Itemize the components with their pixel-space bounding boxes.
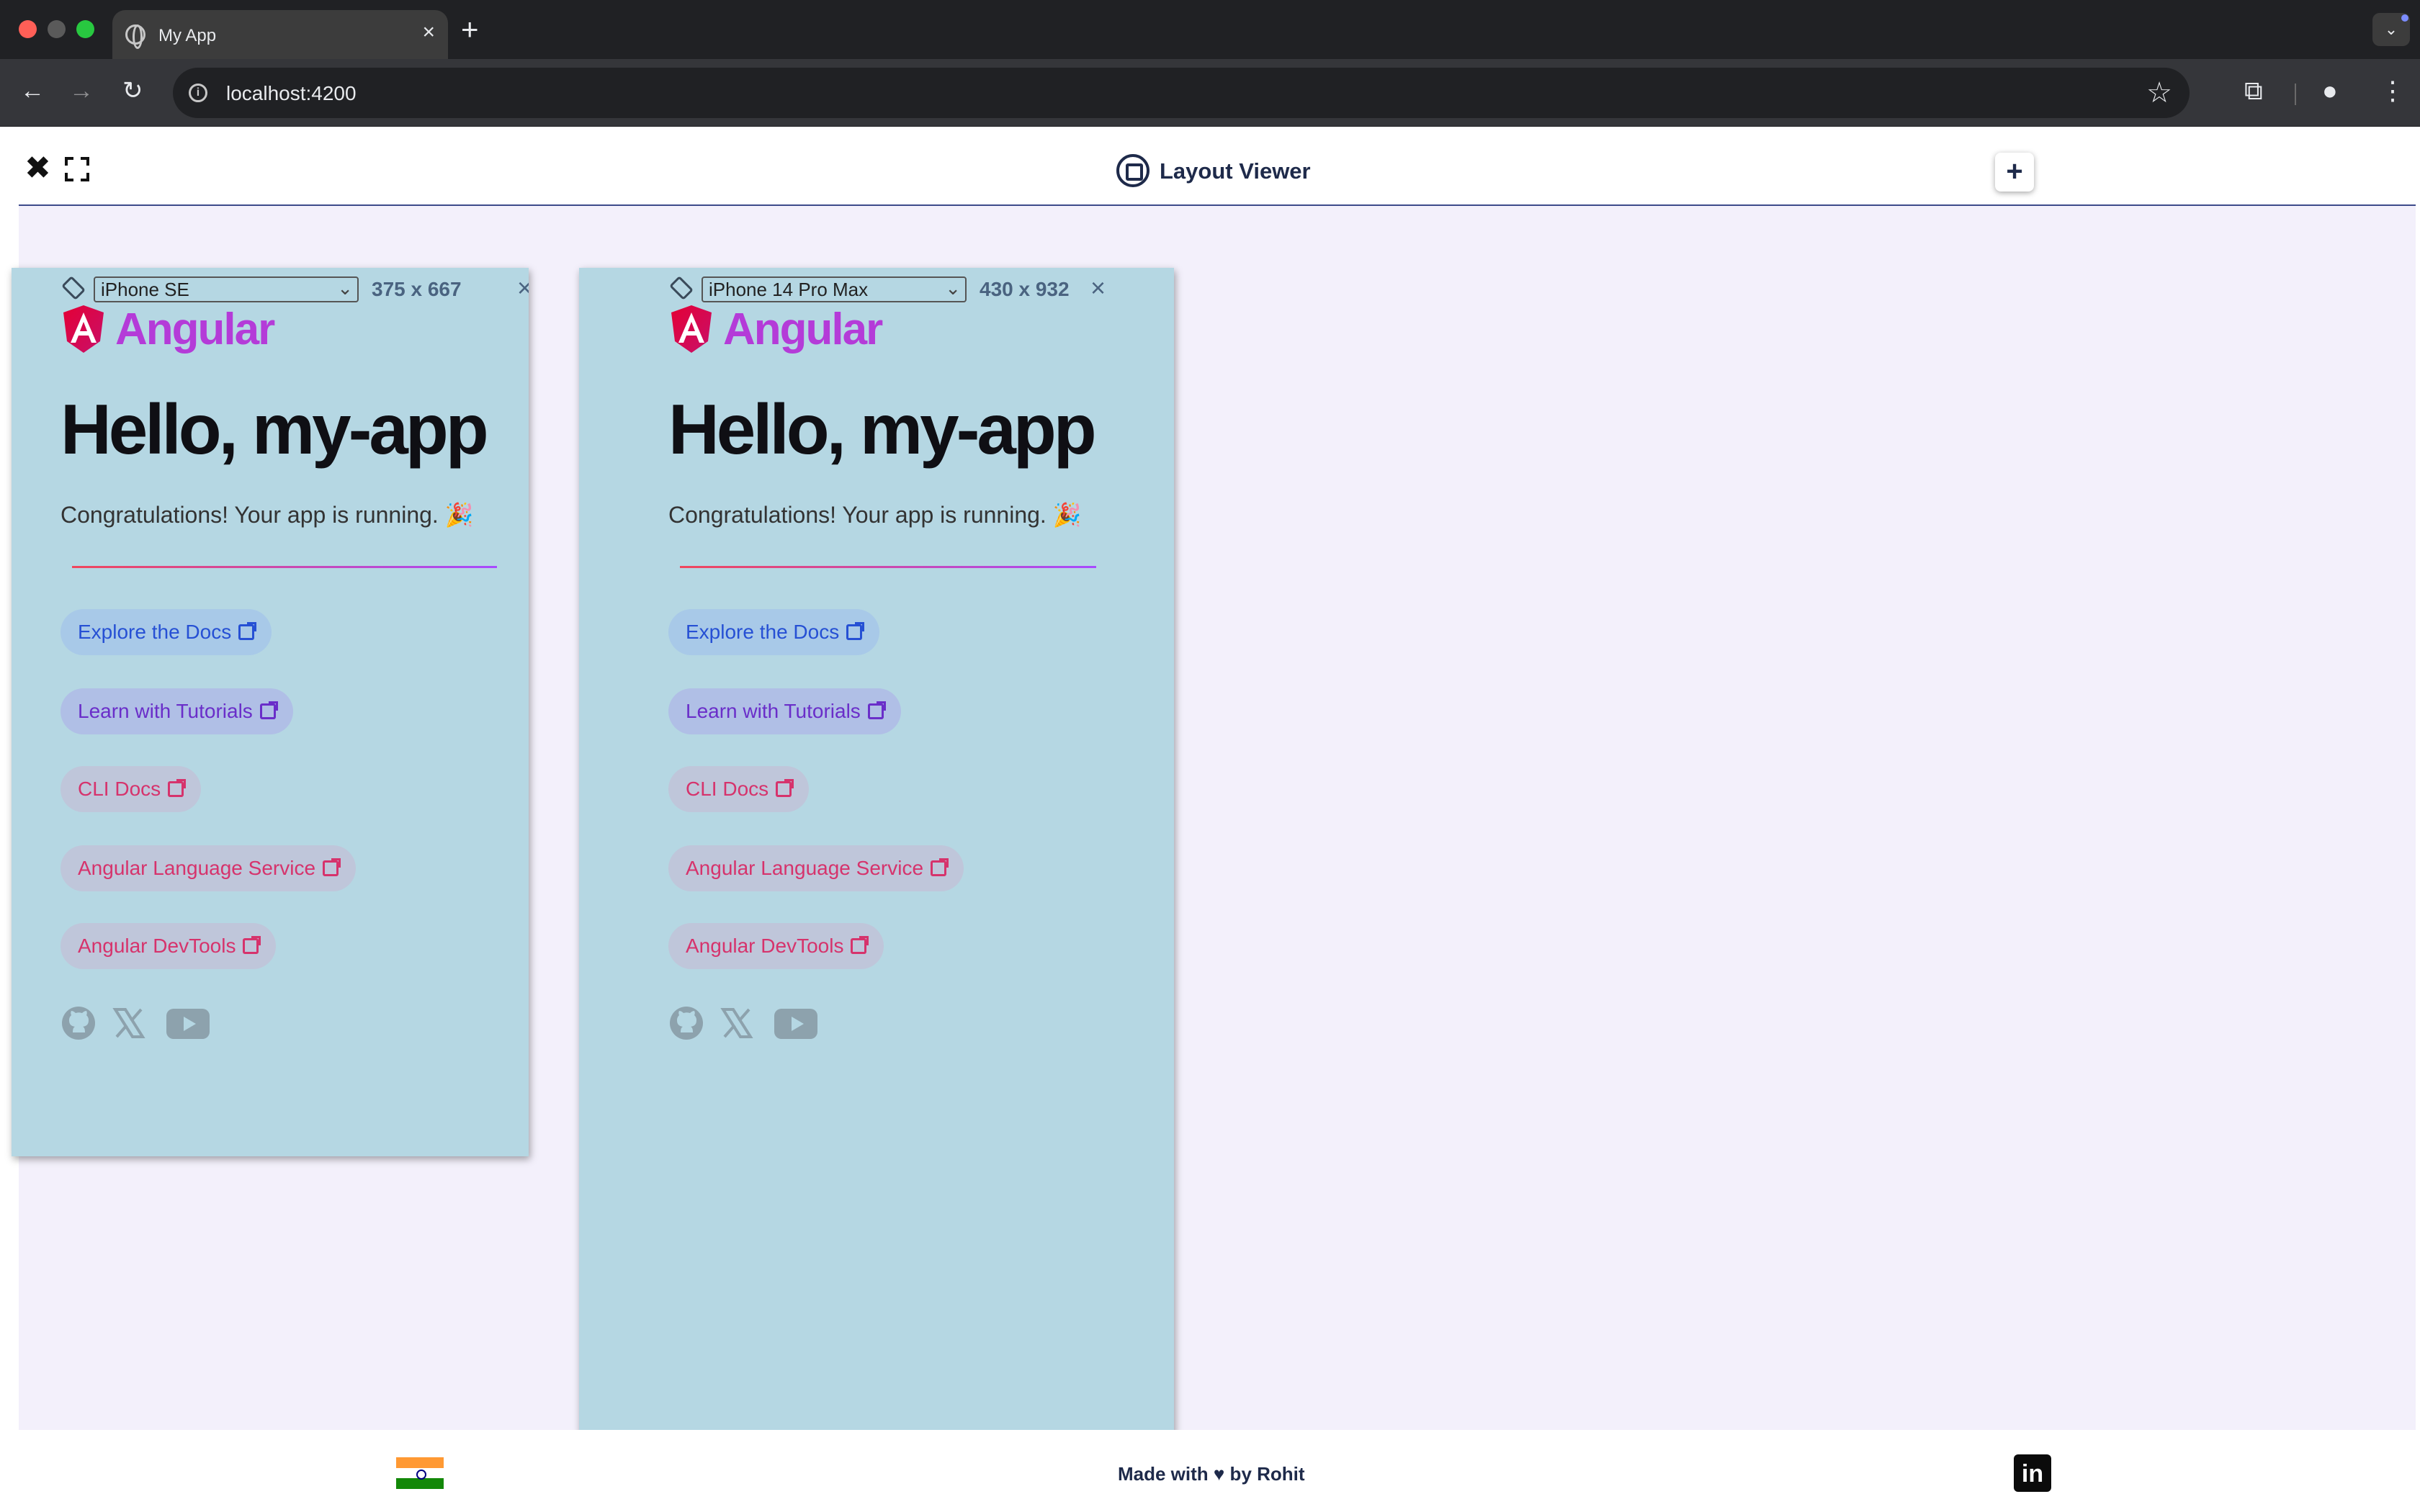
external-link-icon <box>851 936 869 954</box>
add-device-button[interactable]: + <box>1995 153 2034 192</box>
app-subtitle: Congratulations! Your app is running. 🎉 <box>668 502 1082 528</box>
globe-icon <box>125 24 145 49</box>
rotate-device-icon[interactable] <box>60 275 86 301</box>
link-devtools[interactable]: Angular DevTools <box>60 923 277 969</box>
notification-dot <box>2401 14 2408 22</box>
external-link-icon <box>776 779 794 797</box>
link-cli-docs[interactable]: CLI Docs <box>668 766 810 812</box>
app-heading: Hello, my-app <box>60 390 489 469</box>
reload-icon[interactable]: ↻ <box>122 76 143 105</box>
layout-viewer-logo-icon <box>1116 154 1150 187</box>
forward-arrow-icon[interactable]: → <box>69 76 94 105</box>
profile-avatar-icon[interactable]: ● <box>2322 75 2338 107</box>
external-link-icon <box>238 622 257 640</box>
app-subtitle: Congratulations! Your app is running. 🎉 <box>60 502 474 528</box>
window-maximize-button[interactable] <box>76 20 94 38</box>
close-viewer-icon[interactable]: ✖ <box>24 153 51 184</box>
angular-wordmark: Angular <box>115 305 275 354</box>
link-explore-docs[interactable]: Explore the Docs <box>60 609 272 655</box>
external-link-icon <box>867 701 886 719</box>
back-arrow-icon[interactable]: ← <box>20 76 45 105</box>
app-heading: Hello, my-app <box>668 390 1097 469</box>
browser-toolbar: ← → ↻ i localhost:4200 ☆ ⧉ ● ⋮ <box>0 59 2420 127</box>
link-devtools[interactable]: Angular DevTools <box>668 923 884 969</box>
footer-credit: Made with ♥ by Rohit <box>1118 1463 1305 1485</box>
browser-menu-kebab-icon[interactable]: ⋮ <box>2380 75 2406 107</box>
device-frame-iphone-14-pro-max: Angular Hello, my-app Congratulations! Y… <box>579 268 1174 1512</box>
github-icon[interactable] <box>668 1005 704 1041</box>
link-explore-docs[interactable]: Explore the Docs <box>668 609 880 655</box>
rotate-device-icon[interactable] <box>668 275 694 301</box>
link-language-service[interactable]: Angular Language Service <box>668 845 964 891</box>
external-link-icon <box>259 701 278 719</box>
india-flag-icon <box>396 1457 444 1489</box>
external-link-icon <box>168 779 187 797</box>
device-frame-iphone-se: Angular Hello, my-app Congratulations! Y… <box>12 268 529 1156</box>
chevron-down-icon: ⌄ <box>2384 20 2398 38</box>
address-bar[interactable]: i localhost:4200 ☆ <box>173 68 2190 118</box>
angular-logo: Angular <box>668 302 884 357</box>
gradient-divider <box>72 566 497 568</box>
toolbar-divider <box>2295 84 2296 105</box>
chevron-down-icon: ⌄ <box>337 277 353 299</box>
link-cli-docs[interactable]: CLI Docs <box>60 766 202 812</box>
device-model-select[interactable]: iPhone 14 Pro Max ⌄ <box>702 276 967 302</box>
device-model-select[interactable]: iPhone SE ⌄ <box>94 276 359 302</box>
external-link-icon <box>931 858 949 876</box>
browser-tab[interactable]: My App × <box>112 10 448 59</box>
url-text[interactable]: localhost:4200 <box>226 82 357 105</box>
angular-shield-icon <box>671 305 712 353</box>
github-icon[interactable] <box>60 1005 97 1041</box>
layout-viewer-page: ✖ Layout Viewer + Angular Hello, my-app … <box>0 127 2420 1512</box>
link-language-service[interactable]: Angular Language Service <box>60 845 357 891</box>
link-learn-tutorials[interactable]: Learn with Tutorials <box>60 688 293 734</box>
browser-tab-strip: My App × + ⌄ <box>0 0 2420 59</box>
tab-title: My App <box>158 26 217 45</box>
angular-logo: Angular <box>60 302 277 357</box>
extensions-puzzle-icon[interactable]: ⧉ <box>2244 75 2263 107</box>
remove-device-button[interactable]: × <box>1090 274 1106 302</box>
tab-search-button[interactable]: ⌄ <box>2372 13 2410 46</box>
page-footer: Made with ♥ by Rohit in <box>19 1430 2416 1512</box>
gradient-divider <box>680 566 1096 568</box>
external-link-icon <box>846 622 865 640</box>
fullscreen-icon[interactable] <box>65 157 89 181</box>
angular-shield-icon <box>63 305 104 353</box>
youtube-icon[interactable] <box>166 1008 210 1040</box>
window-close-button[interactable] <box>19 20 37 38</box>
x-icon[interactable] <box>112 1007 145 1040</box>
tab-close-button[interactable]: × <box>422 20 435 45</box>
device-toolbar: iPhone 14 Pro Max ⌄ 430 x 932 × <box>668 274 1173 302</box>
bookmark-star-icon[interactable]: ☆ <box>2146 76 2172 109</box>
page-title-text: Layout Viewer <box>1160 158 1311 184</box>
angular-wordmark: Angular <box>723 305 883 354</box>
device-toolbar: iPhone SE ⌄ 375 x 667 × <box>60 274 529 302</box>
new-tab-button[interactable]: + <box>461 13 479 46</box>
youtube-icon[interactable] <box>774 1008 818 1040</box>
external-link-icon <box>243 936 261 954</box>
site-info-icon[interactable]: i <box>189 84 207 102</box>
external-link-icon <box>323 858 341 876</box>
remove-device-button[interactable]: × <box>517 274 529 302</box>
chevron-down-icon: ⌄ <box>945 277 961 299</box>
linkedin-icon[interactable]: in <box>2014 1454 2051 1492</box>
device-resolution: 430 x 932 <box>980 278 1070 300</box>
x-icon[interactable] <box>720 1007 753 1040</box>
link-learn-tutorials[interactable]: Learn with Tutorials <box>668 688 901 734</box>
window-minimize-button[interactable] <box>48 20 66 38</box>
device-resolution: 375 x 667 <box>372 278 462 300</box>
